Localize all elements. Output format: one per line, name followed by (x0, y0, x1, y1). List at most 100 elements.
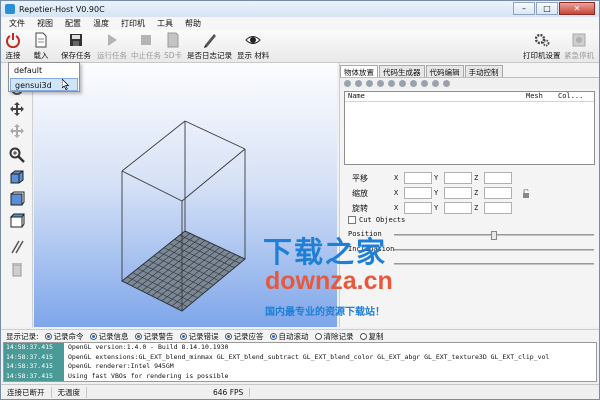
move-object-icon[interactable] (9, 123, 25, 139)
main-toolbar: 连接 载入 保存任务 运行任务 中止任务 SD卡 是否日志记录 显示 材料 打印… (1, 30, 599, 63)
menu-printer[interactable]: 打印机 (121, 18, 145, 29)
load-label: 载入 (33, 51, 49, 60)
translate-z-input[interactable] (484, 172, 512, 184)
log-responses-option[interactable]: 记录应答 (224, 331, 264, 342)
scale-label: 缩放 (352, 189, 368, 198)
log-responses-radio[interactable] (224, 332, 232, 340)
show-material-button[interactable]: 显示 材料 (237, 32, 269, 61)
log-timestamp: 14:58:37.415 (4, 352, 64, 362)
menu-file[interactable]: 文件 (9, 18, 25, 29)
dropdown-item-default[interactable]: default (10, 64, 78, 77)
front-view-icon[interactable] (9, 191, 25, 207)
position-slider-thumb[interactable] (491, 231, 497, 240)
extra-slider[interactable] (394, 263, 594, 265)
log-info-label: 记录信息 (98, 331, 129, 341)
cut-objects-label: Cut Objects (359, 216, 406, 224)
analyze-object-icon[interactable] (443, 80, 450, 87)
scale-z-input[interactable] (484, 187, 512, 199)
log-errors-radio[interactable] (179, 332, 187, 340)
tab-code-editor[interactable]: 代码编辑 (425, 65, 464, 77)
top-view-icon[interactable] (9, 213, 25, 229)
log-timestamp: 14:58:37.415 (4, 371, 64, 381)
cut-objects-checkbox[interactable] (348, 216, 356, 224)
translate-y-input[interactable] (444, 172, 472, 184)
object-list[interactable]: Name Mesh Col... (344, 91, 595, 165)
lock-icon[interactable] (522, 189, 532, 199)
parallel-lines-icon[interactable] (9, 239, 25, 255)
center-object-icon[interactable] (399, 80, 406, 87)
remove-object-icon[interactable] (366, 80, 373, 87)
log-commands-radio[interactable] (44, 332, 52, 340)
frame-edge (184, 120, 246, 150)
auto-scroll-radio[interactable] (269, 332, 277, 340)
printer-settings-button[interactable]: 打印机设置 (523, 32, 561, 61)
stop-job-label: 中止任务 (131, 51, 161, 60)
log-info-option[interactable]: 记录信息 (89, 331, 129, 342)
zoom-icon[interactable] (9, 147, 25, 163)
add-object-icon[interactable] (355, 80, 362, 87)
col-name: Name (348, 92, 365, 100)
rotate-y-input[interactable] (444, 202, 472, 214)
log-options-bar: 显示记录: 记录命令 记录信息 记录警告 记录错误 记录应答 自动滚动 清除记录… (1, 329, 599, 342)
document-icon (35, 32, 47, 48)
clear-log-button[interactable]: 清除记录 (314, 331, 354, 342)
rotate-z-input[interactable] (484, 202, 512, 214)
menu-temperature[interactable]: 温度 (93, 18, 109, 29)
log-commands-option[interactable]: 记录命令 (44, 331, 84, 342)
inclination-slider[interactable] (394, 249, 594, 251)
title-bar: Repetier-Host V0.90C – □ ✕ (1, 1, 599, 17)
maximize-button[interactable]: □ (536, 2, 558, 15)
scale-x-input[interactable] (404, 187, 432, 199)
cut-object-icon[interactable] (432, 80, 439, 87)
copy-object-icon[interactable] (388, 80, 395, 87)
print-bed-grid (121, 230, 246, 312)
log-options-label: 显示记录: (6, 331, 39, 341)
log-output[interactable]: 14:58:37.415 OpenGL version:1.4.0 - Build… (3, 342, 597, 382)
auto-scroll-option[interactable]: 自动滚动 (269, 331, 309, 342)
position-slider[interactable] (394, 231, 594, 240)
minimize-button[interactable]: – (513, 2, 535, 15)
rotate-x-input[interactable] (404, 202, 432, 214)
log-errors-option[interactable]: 记录错误 (179, 331, 219, 342)
log-warnings-option[interactable]: 记录警告 (134, 331, 174, 342)
menu-help[interactable]: 帮助 (185, 18, 201, 29)
connect-button[interactable]: 连接 (5, 32, 21, 61)
axis-z-label: Z (474, 174, 479, 182)
load-button[interactable]: 载入 (33, 32, 49, 61)
panel-tabs: 物体放置 代码生成器 代码编辑 手动控制 (340, 65, 599, 77)
pencil-icon (203, 34, 216, 48)
cut-objects-option[interactable]: Cut Objects (348, 216, 405, 224)
copy-log-button[interactable]: 复制 (359, 331, 384, 342)
emergency-stop-button[interactable]: 紧急停机 (564, 32, 594, 61)
trash-icon[interactable] (9, 261, 25, 277)
sd-card-icon (167, 32, 179, 48)
isometric-view-icon[interactable] (9, 169, 25, 185)
fps-counter: 646 FPS (207, 387, 251, 397)
drop-object-icon[interactable] (410, 80, 417, 87)
stop-job-button[interactable]: 中止任务 (131, 32, 161, 61)
log-warnings-radio[interactable] (134, 332, 142, 340)
close-button[interactable]: ✕ (559, 2, 595, 15)
window-title: Repetier-Host V0.90C (19, 4, 105, 14)
sd-card-button[interactable]: SD卡 (164, 32, 182, 61)
tab-object-placement[interactable]: 物体放置 (340, 65, 378, 77)
log-responses-label: 记录应答 (233, 331, 264, 341)
tab-code-generator[interactable]: 代码生成器 (379, 65, 425, 77)
save-job-button[interactable]: 保存任务 (61, 32, 91, 61)
log-toggle-button[interactable]: 是否日志记录 (187, 32, 232, 61)
connection-status: 连接已断开 (1, 386, 52, 398)
power-icon (6, 33, 20, 48)
move-icon[interactable] (9, 101, 25, 117)
arrange-icon[interactable] (377, 80, 384, 87)
run-job-button[interactable]: 运行任务 (97, 32, 127, 61)
log-info-radio[interactable] (89, 332, 97, 340)
temperature-status: 无温度 (52, 386, 87, 398)
menu-tools[interactable]: 工具 (157, 18, 173, 29)
menu-view[interactable]: 视图 (37, 18, 53, 29)
land-object-icon[interactable] (421, 80, 428, 87)
save-object-icon[interactable] (344, 80, 351, 87)
menu-config[interactable]: 配置 (65, 18, 81, 29)
scale-y-input[interactable] (444, 187, 472, 199)
translate-x-input[interactable] (404, 172, 432, 184)
tab-manual-control[interactable]: 手动控制 (464, 65, 503, 77)
